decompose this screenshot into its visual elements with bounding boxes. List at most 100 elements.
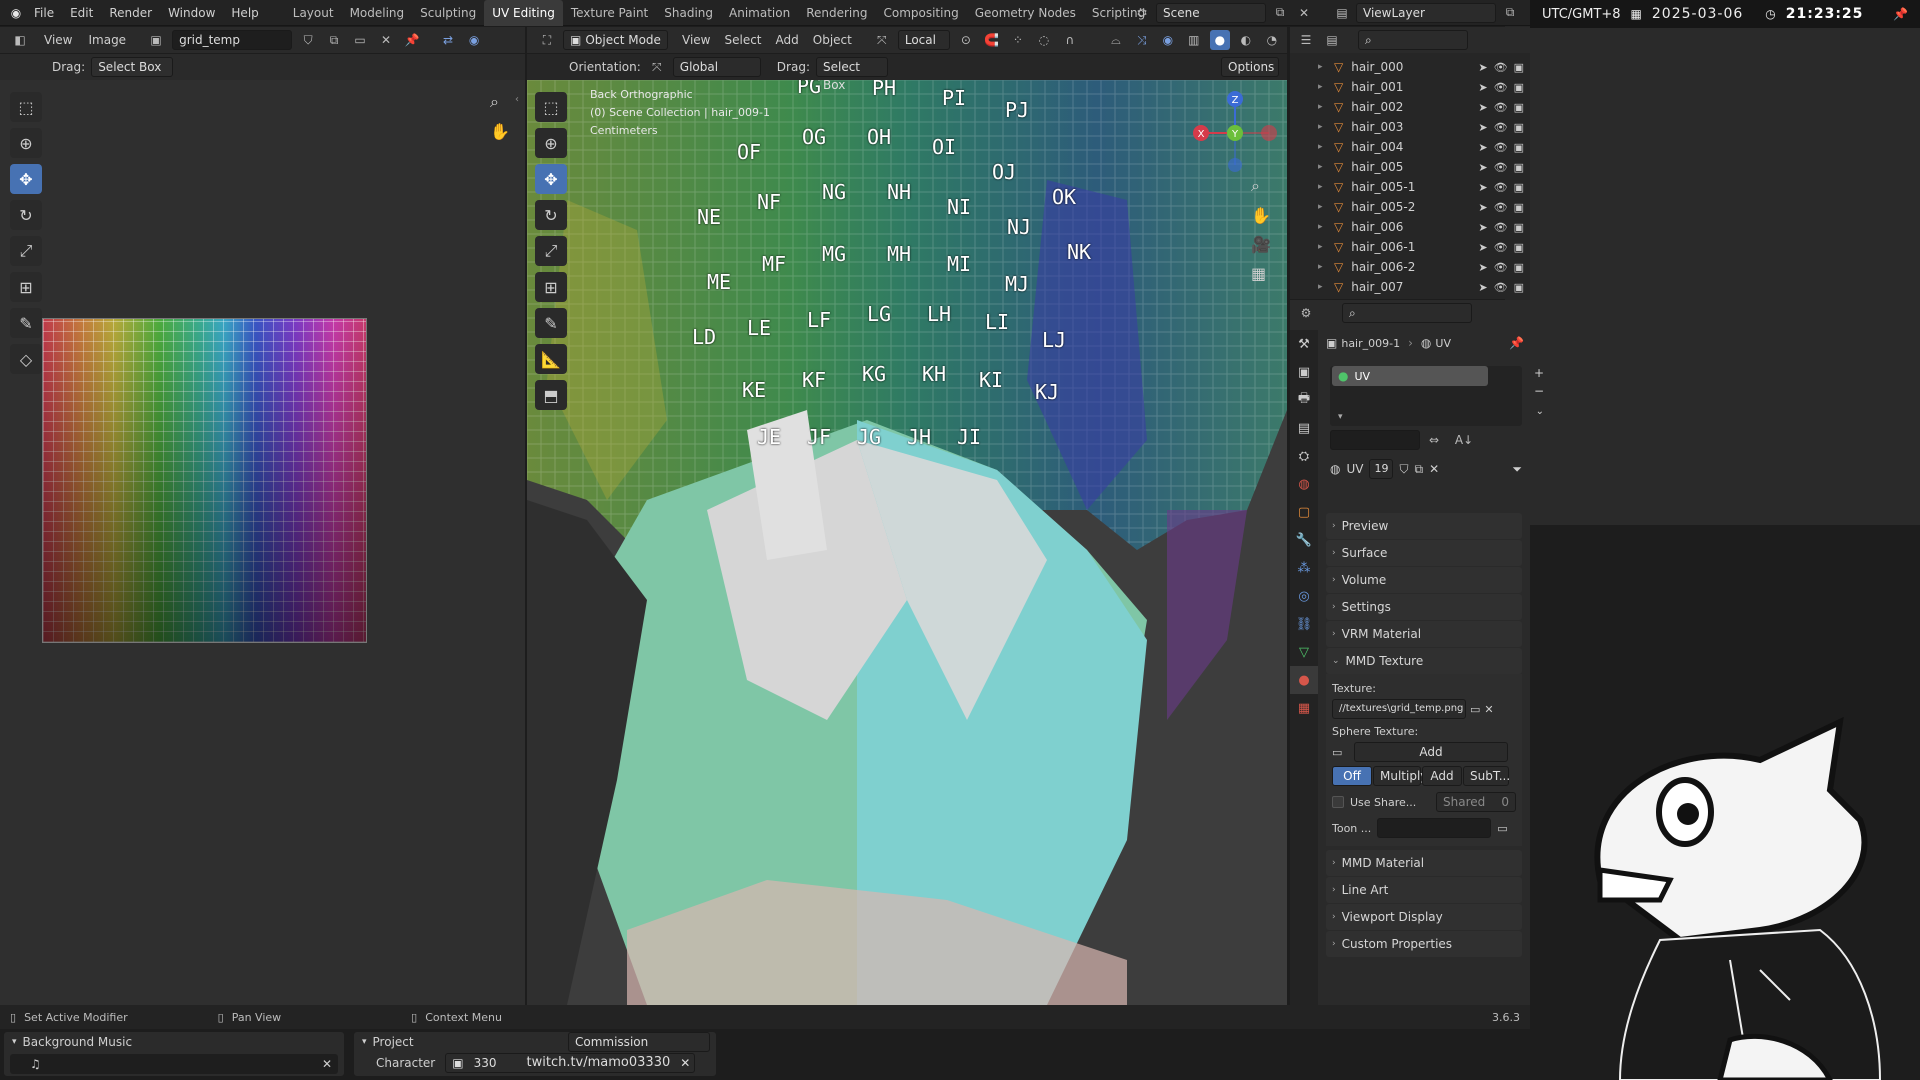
select-icon[interactable]: ➤ [1478,221,1487,234]
vp-menu-object[interactable]: Object [813,33,852,47]
rip-tool-icon[interactable]: ◇ [10,344,42,374]
toon-field[interactable] [1377,818,1492,838]
camera-icon[interactable]: ▣ [1514,81,1524,94]
camera-icon[interactable]: ▣ [1514,281,1524,294]
eye-icon[interactable]: 👁 [1494,61,1508,74]
open-image-icon[interactable]: ▭ [350,30,370,50]
scale-tool-icon[interactable]: ⤢ [10,236,42,266]
sphere-mode-multiply[interactable]: Multiply [1373,766,1427,786]
add-slot-icon[interactable]: + [1534,366,1544,380]
properties-type-icon[interactable]: ⚙ [1296,303,1316,323]
object-mode-select[interactable]: ▣ Object Mode [563,30,668,50]
select-icon[interactable]: ➤ [1478,241,1487,254]
camera-icon[interactable]: ▣ [1514,161,1524,174]
image-browse-icon[interactable]: ▣ [146,30,166,50]
material-name[interactable]: UV [1346,462,1363,476]
select-icon[interactable]: ➤ [1478,201,1487,214]
viewport-editor-type-icon[interactable]: ⛶ [537,30,557,50]
uv-drag-select[interactable]: Select Box [91,57,174,77]
display-mode-icon[interactable]: ▤ [1322,30,1342,50]
uv-region-toggle-icon[interactable]: ‹ [515,94,519,105]
eye-icon[interactable]: 👁 [1494,281,1508,294]
eye-icon[interactable]: 👁 [1494,261,1508,274]
bgm-clear-icon[interactable]: ✕ [322,1057,332,1071]
filter-swap-icon[interactable]: ⇔ [1424,430,1444,450]
uv-sync-icon[interactable]: ⇄ [438,30,458,50]
scene-tab-icon[interactable]: ⛭ [1290,442,1318,470]
toon-browse-icon[interactable]: ▭ [1497,822,1507,835]
falloff-icon[interactable]: ∩ [1060,30,1080,50]
material-slot-row[interactable]: ● UV [1332,366,1488,386]
fake-user-icon[interactable]: ⛉ [298,30,318,50]
gizmo-neg-x[interactable] [1261,125,1277,141]
vp-annotate-tool-icon[interactable]: ✎ [535,308,567,338]
world-tab-icon[interactable]: ◍ [1290,470,1318,498]
tab-texture-paint[interactable]: Texture Paint [563,0,656,26]
vp-pan-icon[interactable]: ✋ [1251,206,1271,225]
camera-icon[interactable]: ▣ [1514,141,1524,154]
outliner-row[interactable]: ▸ ▽ hair_004 ➤ 👁 ▣ [1290,137,1530,157]
camera-icon[interactable]: ▣ [1514,101,1524,114]
bgm-field[interactable]: ♫ ✕ [10,1054,338,1074]
select-icon[interactable]: ➤ [1478,121,1487,134]
uv-menu-view[interactable]: View [44,33,72,47]
texture-browse-icon[interactable]: ▭ [1470,703,1480,716]
uv-menu-image[interactable]: Image [88,33,126,47]
outliner-row[interactable]: ▸ ▽ hair_007 ➤ 👁 ▣ [1290,277,1530,297]
panel-mmd-material[interactable]: › MMD Material [1326,850,1522,876]
panel-mmd-texture[interactable]: ⌄ MMD Texture [1326,648,1522,674]
fake-user-material-icon[interactable]: ⛉ [1399,462,1408,477]
cursor-tool-icon[interactable]: ⊕ [10,128,42,158]
annotate-tool-icon[interactable]: ✎ [10,308,42,338]
sphere-mode-off[interactable]: Off [1332,766,1372,786]
outliner-type-icon[interactable]: ☰ [1296,30,1316,50]
orientation-select[interactable]: Global [672,57,761,77]
project-collapse-icon[interactable]: ▾ [362,1037,367,1047]
view-layer-tab-icon[interactable]: ▤ [1290,414,1318,442]
gizmo-icon[interactable]: ⤨ [1132,30,1152,50]
blender-logo-icon[interactable]: ◉ [6,3,26,23]
select-icon[interactable]: ➤ [1478,281,1487,294]
tab-compositing[interactable]: Compositing [875,0,966,26]
eye-icon[interactable]: 👁 [1494,181,1508,194]
3d-viewport[interactable]: PG PH PI PJ OF OG OH OI OJ OK NE NF NG N… [527,80,1287,1005]
panel-preview[interactable]: › Preview [1326,513,1522,539]
move-tool-icon[interactable]: ✥ [10,164,42,194]
options-dropdown[interactable]: Options [1221,57,1279,77]
camera-icon[interactable]: ▣ [1514,121,1524,134]
outliner-row[interactable]: ▸ ▽ hair_006-2 ➤ 👁 ▣ [1290,257,1530,277]
vp-add-cube-tool-icon[interactable]: ⬒ [535,380,567,410]
menu-help[interactable]: Help [223,6,266,20]
properties-search[interactable]: ⌕ [1342,303,1472,323]
unlink-material-icon[interactable]: ✕ [1429,462,1439,476]
proportional-edit-icon[interactable]: ◌ [1034,30,1054,50]
eye-icon[interactable]: 👁 [1494,221,1508,234]
sphere-mode-add[interactable]: Add [1422,766,1462,786]
menu-edit[interactable]: Edit [62,6,101,20]
eye-icon[interactable]: 👁 [1494,121,1508,134]
render-tab-icon[interactable]: ▣ [1290,358,1318,386]
image-name-field[interactable]: grid_temp [172,30,293,50]
pivot-select[interactable]: Local [897,30,950,50]
zoom-icon[interactable]: ⌕ [490,92,499,112]
overlay-icon[interactable]: ◉ [464,30,484,50]
vp-measure-tool-icon[interactable]: 📐 [535,344,567,374]
select-box-tool-icon[interactable]: ⬚ [10,92,42,122]
camera-icon[interactable]: ▣ [1514,201,1524,214]
snap-target-icon[interactable]: ⁘ [1008,30,1028,50]
snap-icon[interactable]: 🧲 [982,30,1002,50]
navigation-gizmo[interactable]: Z X Y [1187,85,1282,175]
tab-sculpting[interactable]: Sculpting [412,0,484,26]
link-type-icon[interactable]: ⏷ [1512,462,1522,477]
camera-icon[interactable]: ▣ [1514,181,1524,194]
visibility-icon[interactable]: ⌓ [1106,30,1126,50]
project-select[interactable]: Commission [568,1032,710,1052]
outliner-row[interactable]: ▸ ▽ hair_006-1 ➤ 👁 ▣ [1290,237,1530,257]
outliner-row[interactable]: ▸ ▽ hair_005 ➤ 👁 ▣ [1290,157,1530,177]
eye-icon[interactable]: 👁 [1494,81,1508,94]
outliner-row[interactable]: ▸ ▽ hair_006 ➤ 👁 ▣ [1290,217,1530,237]
vp-move-tool-icon[interactable]: ✥ [535,164,567,194]
collapse-icon[interactable]: ▾ [12,1037,17,1047]
camera-icon[interactable]: ▣ [1514,221,1524,234]
vp-select-box-tool-icon[interactable]: ⬚ [535,92,567,122]
